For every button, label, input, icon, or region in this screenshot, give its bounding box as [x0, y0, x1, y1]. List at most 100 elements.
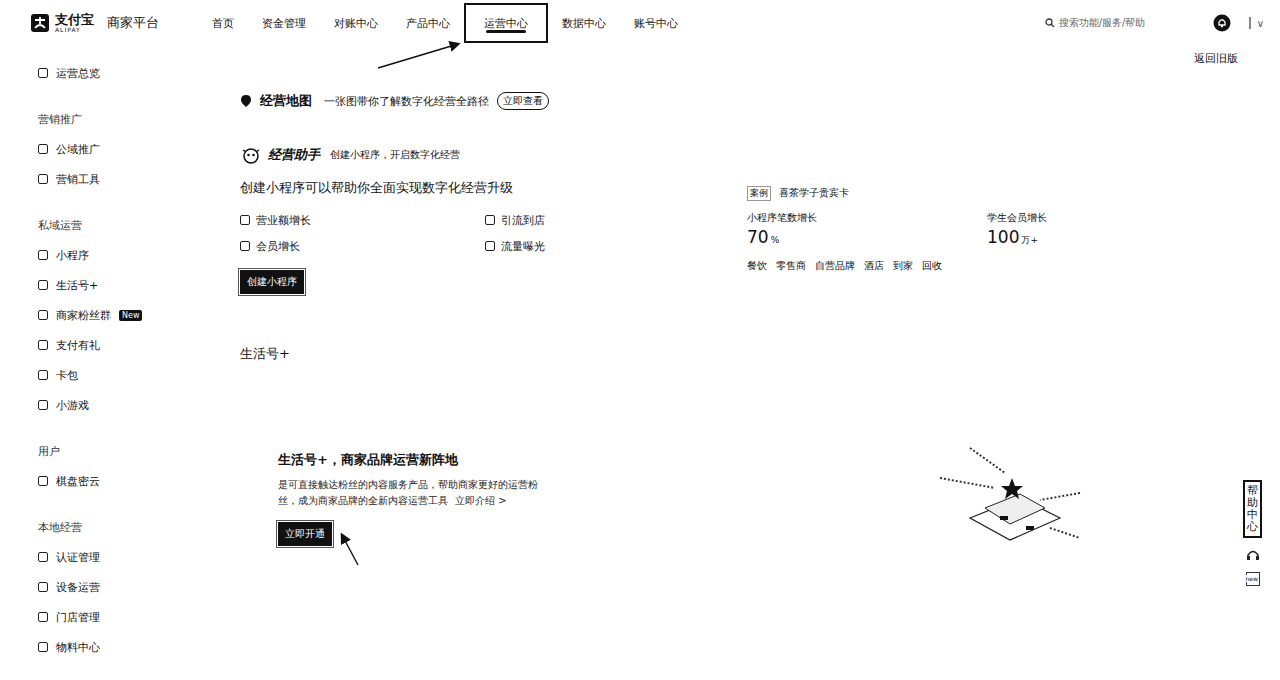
industry-tag[interactable]: 到家: [893, 259, 913, 273]
map-pin-icon: [240, 94, 252, 108]
body: 运营总览营销推广公域推广营销工具私域运营小程序生活号+商家粉丝群New支付有礼卡…: [0, 46, 1280, 662]
case-header: 案例喜茶学子贵宾卡: [747, 182, 1230, 204]
industry-tag[interactable]: 回收: [922, 259, 942, 273]
nav-item[interactable]: 数据中心: [548, 0, 620, 46]
stat-value: 70%: [747, 226, 987, 251]
sidebar-item[interactable]: 棋盘密云: [38, 466, 200, 496]
stat-label: 小程序笔数增长: [747, 210, 987, 226]
phone-illustration-icon: [930, 438, 1090, 558]
nav-right: 搜索功能/服务/帮助 ∨: [1045, 14, 1264, 32]
life-section-title: 生活号+: [240, 344, 1230, 364]
map-title: 经营地图: [260, 92, 312, 110]
sidebar-group-title: 私域运营: [38, 210, 200, 240]
sidebar-item[interactable]: 生活号+: [38, 270, 200, 300]
activate-button[interactable]: 立即开通: [278, 522, 332, 546]
feature-item: 流量曝光: [485, 235, 730, 257]
sidebar-item[interactable]: 认证管理: [38, 542, 200, 572]
search-placeholder: 搜索功能/服务/帮助: [1059, 16, 1146, 30]
feature-icon: [240, 215, 250, 225]
feature-list: 营业额增长引流到店会员增长流量曝光: [240, 209, 747, 257]
overview-icon: [38, 68, 48, 78]
sidebar-group: 本地经营认证管理设备运营门店管理物料中心: [38, 512, 200, 662]
whats-new-button[interactable]: new: [1246, 572, 1260, 586]
nav-item[interactable]: 产品中心: [392, 0, 464, 46]
menu-item-icon: [38, 642, 48, 652]
sidebar-item[interactable]: 营销工具: [38, 164, 200, 194]
menu-item-icon: [38, 340, 48, 350]
brand-en: ALIPAY: [55, 27, 94, 33]
nav-item[interactable]: 账号中心: [620, 0, 692, 46]
sidebar-group: 私域运营小程序生活号+商家粉丝群New支付有礼卡包小游戏: [38, 210, 200, 420]
nav-item[interactable]: 运营中心: [464, 3, 548, 43]
nav-annotation-arrow: [378, 44, 458, 68]
annotation-arrows: [0, 0, 1280, 680]
assistant-desc: 创建小程序，开启数字化经营: [330, 148, 460, 162]
feature-item: 会员增长: [240, 235, 485, 257]
sidebar-item[interactable]: 小游戏: [38, 390, 200, 420]
industry-list: 餐饮零售商自营品牌酒店到家回收: [747, 259, 1230, 273]
sidebar-item[interactable]: 物料中心: [38, 632, 200, 662]
menu-item-icon: [38, 612, 48, 622]
brand: 支付宝: [55, 13, 94, 26]
assistant-title: 经营助手: [268, 146, 320, 164]
industry-tag[interactable]: 零售商: [776, 259, 806, 273]
industry-tag[interactable]: 自营品牌: [815, 259, 855, 273]
create-miniapp-button[interactable]: 创建小程序: [240, 270, 304, 294]
headset-icon[interactable]: [1246, 548, 1260, 562]
menu-item-icon: [38, 144, 48, 154]
sidebar-group-title: 营销推广: [38, 104, 200, 134]
user-menu[interactable]: ∨: [1249, 17, 1264, 29]
sidebar-item[interactable]: 设备运营: [38, 572, 200, 602]
industry-tag[interactable]: 酒店: [864, 259, 884, 273]
menu-item-icon: [38, 400, 48, 410]
assistant-heading: 创建小程序可以帮助你全面实现数字化经营升级: [240, 178, 747, 198]
user-caret: ∨: [1257, 18, 1264, 29]
sidebar-item[interactable]: 支付有礼: [38, 330, 200, 360]
feature-icon: [485, 241, 495, 251]
sidebar: 运营总览营销推广公域推广营销工具私域运营小程序生活号+商家粉丝群New支付有礼卡…: [0, 46, 200, 662]
sidebar-group: 用户棋盘密云: [38, 436, 200, 496]
feature-icon: [240, 241, 250, 251]
page: 支付宝ALIPAY商家平台首页资金管理对账中心产品中心运营中心数据中心账号中心 搜…: [0, 0, 1280, 680]
life-card: 生活号+，商家品牌运营新阵地是可直接触达粉丝的内容服务产品，帮助商家更好的运营粉…: [240, 394, 1230, 588]
assistant-mascot-icon: [240, 146, 262, 164]
menu-item-icon: [38, 370, 48, 380]
stat: 学生会员增长100万+: [987, 210, 1227, 251]
bell-icon[interactable]: [1213, 14, 1231, 32]
sidebar-item[interactable]: 商家粉丝群New: [38, 300, 200, 330]
logo-text: 支付宝ALIPAY: [55, 13, 94, 33]
nav-item[interactable]: 首页: [198, 0, 248, 46]
logo[interactable]: 支付宝ALIPAY商家平台: [30, 13, 198, 33]
sidebar-item[interactable]: 卡包: [38, 360, 200, 390]
feature-icon: [485, 215, 495, 225]
map-desc: 一张图带你了解数字化经营全路径: [324, 94, 489, 109]
top-nav: 支付宝ALIPAY商家平台首页资金管理对账中心产品中心运营中心数据中心账号中心 搜…: [0, 0, 1280, 46]
new-badge: New: [119, 310, 142, 321]
feature-item: 营业额增长: [240, 209, 485, 231]
sidebar-item[interactable]: 运营总览: [38, 58, 200, 88]
nav-item[interactable]: 资金管理: [248, 0, 320, 46]
assistant-header: 经营助手创建小程序，开启数字化经营: [240, 144, 1230, 166]
help-center-button[interactable]: 帮助中心: [1243, 480, 1262, 538]
button-annotation-arrow: [342, 535, 358, 565]
sidebar-item[interactable]: 小程序: [38, 240, 200, 270]
nav-menu: 首页资金管理对账中心产品中心运营中心数据中心账号中心: [198, 0, 692, 46]
alipay-logo-icon: [30, 13, 50, 33]
industry-tag[interactable]: 餐饮: [747, 259, 767, 273]
menu-item-icon: [38, 310, 48, 320]
sidebar-item[interactable]: 公域推广: [38, 134, 200, 164]
sidebar-item[interactable]: 门店管理: [38, 602, 200, 632]
sidebar-group-title: 本地经营: [38, 512, 200, 542]
menu-item-icon: [38, 476, 48, 486]
nav-item[interactable]: 对账中心: [320, 0, 392, 46]
view-button[interactable]: 立即查看: [497, 92, 549, 110]
stat-value: 100万+: [987, 226, 1227, 251]
intro-link[interactable]: 立即介绍 >: [455, 495, 507, 506]
search-field[interactable]: 搜索功能/服务/帮助: [1045, 16, 1195, 30]
life-card-desc: 是可直接触达粉丝的内容服务产品，帮助商家更好的运营粉丝，成为商家品牌的全新内容运…: [278, 477, 553, 509]
case-stats: 小程序笔数增长70%学生会员增长100万+: [747, 210, 1230, 251]
float-bar: 帮助中心 new: [1243, 480, 1262, 586]
assistant-card: 创建小程序可以帮助你全面实现数字化经营升级营业额增长引流到店会员增长流量曝光创建…: [240, 178, 1230, 294]
case-tag: 案例: [747, 186, 771, 201]
case-panel: 案例喜茶学子贵宾卡小程序笔数增长70%学生会员增长100万+ 餐饮零售商自营品牌酒…: [747, 178, 1230, 294]
